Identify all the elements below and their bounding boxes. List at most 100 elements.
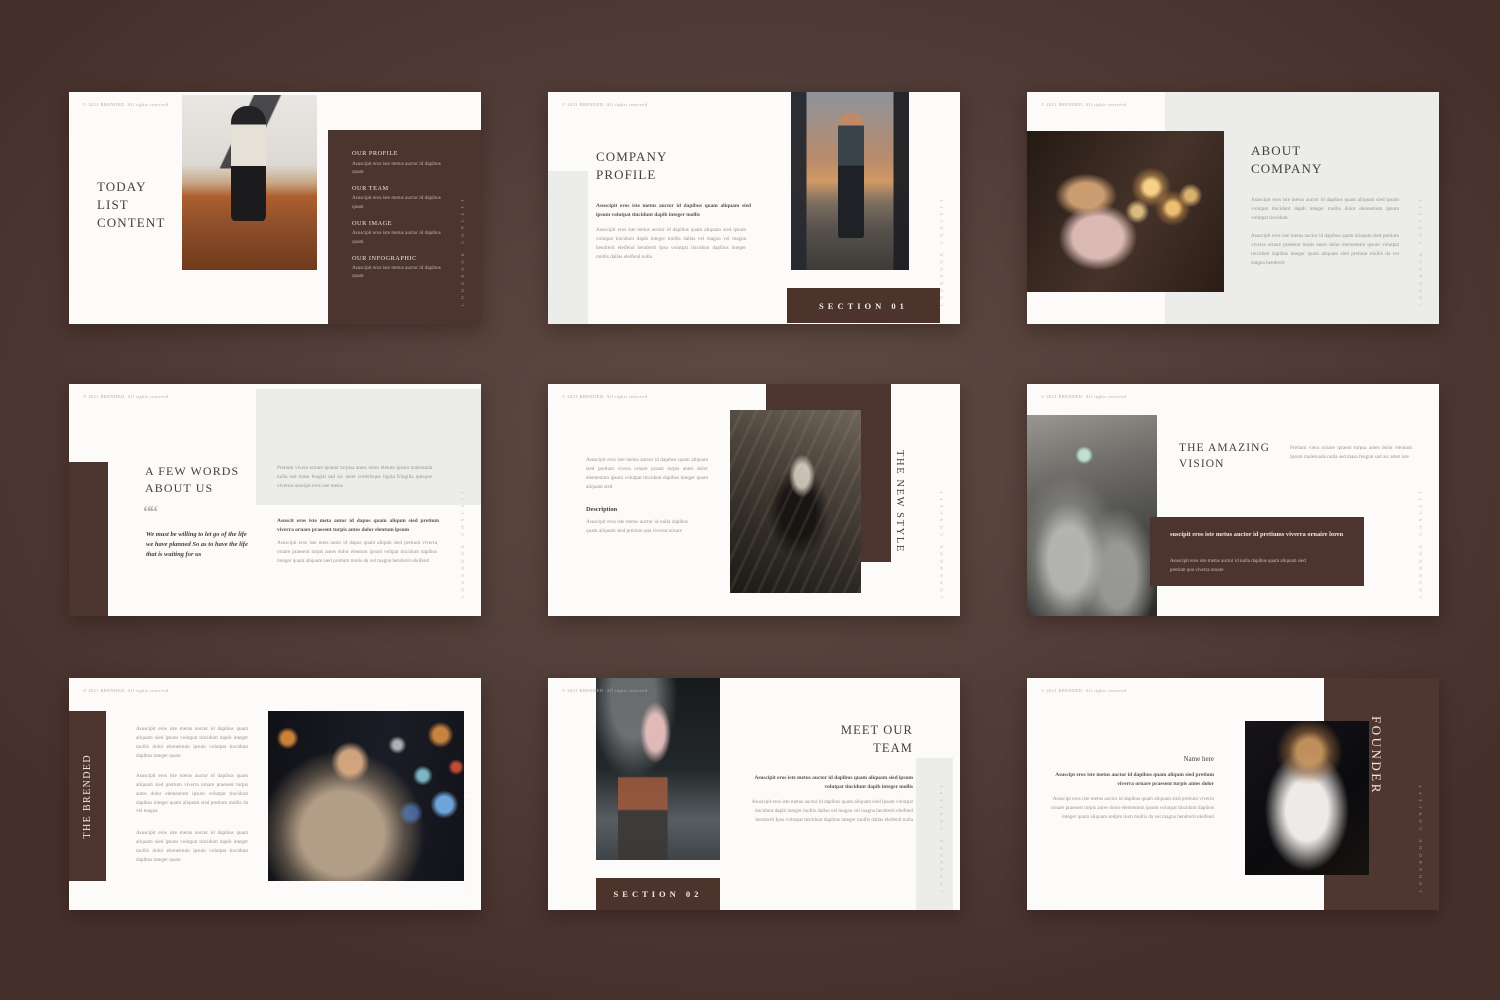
callout-heading: suscipit eros iste metus auctor id preti… (1170, 530, 1352, 540)
slide-title: ABOUT COMPANY (1251, 142, 1323, 178)
section-label: SECTION 02 (614, 889, 703, 899)
vertical-brand-text: LOOKBOOK CONCEPT (460, 458, 465, 598)
list-item: OUR INFOGRAPHIC Asuscipit eros iste metu… (352, 255, 446, 281)
body-paragraph: Asuscipit eros iste metus auctor id dapi… (136, 725, 248, 760)
section-02-bar: SECTION 02 (596, 878, 720, 910)
quote-icon: ““ (143, 502, 156, 522)
vertical-brand-text: LOOKBOOK CONCEPT (1418, 752, 1423, 892)
model-silhouette (838, 113, 864, 238)
body-paragraph: Asuscipt eros iste metus auctor id dapib… (1047, 795, 1214, 822)
list-item: OUR PROFILE Asuscipit eros iste metus au… (352, 150, 446, 176)
brown-side-bar: THE BRENDED (69, 711, 106, 881)
body-paragraph: Asuscipit eros iste metus auctor id dapi… (748, 798, 913, 825)
lead-paragraph: Asuscipt eros iste metus auctor id dapib… (1047, 771, 1214, 789)
title-line: COMPANY (596, 148, 668, 166)
copyright-text: © 2021 BRENDED. All rights reserved (562, 394, 647, 399)
copyright-text: © 2021 BRENDED. All rights reserved (83, 688, 168, 693)
body-paragraph: Asuscipit eros iste metus auctor id dapi… (1251, 196, 1399, 223)
vertical-slide-title: THE BRENDED (82, 754, 93, 839)
lead-paragraph: Asuscit eros iste meta autor id dapus qu… (277, 517, 439, 535)
list-item-body: Asuscipit eros iste metus auctor id dapi… (352, 194, 446, 211)
title-line: LIST (97, 196, 165, 214)
brown-accent-block (69, 462, 108, 616)
vertical-brand-text: LOOKBOOK CONCEPT (939, 752, 944, 892)
slide-a-few-words-about-us: © 2021 BRENDED. All rights reserved A FE… (69, 384, 481, 616)
lead-paragraph: Asuscipit eros iste metus auctor id dapi… (596, 202, 751, 220)
body-paragraph: Asuscipit eros iste metus auctor id null… (586, 518, 688, 536)
copyright-text: © 2021 BRENDED. All rights reserved (562, 688, 647, 693)
slide-the-new-style: © 2021 BRENDED. All rights reserved Asus… (548, 384, 960, 616)
brown-callout-box: suscipit eros iste metus auctor id preti… (1150, 517, 1364, 586)
slide-about-company: © 2021 BRENDED. All rights reserved ABOU… (1027, 92, 1439, 324)
section-01-bar: SECTION 01 (787, 288, 940, 323)
list-item: OUR IMAGE Asuscipit eros iste metus auct… (352, 220, 446, 246)
title-line: MEET OUR (758, 722, 913, 740)
callout-body: Asuscipit eros iste metus auctor id null… (1170, 558, 1322, 575)
gray-accent-block (916, 758, 953, 910)
vertical-slide-title: THE NEW STYLE (894, 450, 905, 574)
title-line: THE AMAZING (1179, 440, 1270, 456)
title-line: VISION (1179, 456, 1270, 472)
content-list: OUR PROFILE Asuscipit eros iste metus au… (352, 150, 446, 289)
title-line: CONTENT (97, 214, 165, 232)
body-paragraph: Asuscipit eros iste metus auctor id dapi… (586, 456, 708, 491)
section-label: SECTION 01 (819, 301, 908, 311)
copyright-text: © 2021 BRENDED. All rights reserved (1041, 102, 1126, 107)
slide-the-brended: © 2021 BRENDED. All rights reserved THE … (69, 678, 481, 910)
vertical-brand-text: LOOKBOOK CONCEPT (1418, 458, 1423, 598)
slide-title: MEET OUR TEAM (758, 722, 913, 757)
title-line: TEAM (758, 740, 913, 758)
photo-woman-car-interior (1027, 415, 1157, 616)
founder-name-label: Name here (1057, 755, 1214, 763)
photo-woman-fairy-lights (1027, 131, 1224, 292)
body-paragraph: Pretium viera ornare ipraent turpsa ante… (1290, 444, 1412, 462)
slide-today-list-content: © 2021 BRENDED. All rights reserved TODA… (69, 92, 481, 324)
copyright-text: © 2021 BRENDED. All rights reserved (1041, 394, 1126, 399)
slide-meet-our-team: © 2021 BRENDED. All rights reserved MEET… (548, 678, 960, 910)
gray-box-paragraph: Pretium vivera ornare ipraent turpisa an… (277, 464, 432, 491)
vertical-brand-text: LOOKBOOK CONCEPT (939, 458, 944, 598)
copyright-text: © 2021 BRENDED. All rights reserved (83, 394, 168, 399)
list-item-label: OUR PROFILE (352, 150, 446, 157)
copyright-text: © 2021 BRENDED. All rights reserved (83, 102, 168, 107)
slide-founder: © 2021 BRENDED. All rights reserved FOUN… (1027, 678, 1439, 910)
slide-title: COMPANY PROFILE (596, 148, 668, 184)
photo-man-leather-jacket (730, 410, 861, 593)
slide-title: THE AMAZING VISION (1179, 440, 1270, 472)
slide-the-amazing-vision: © 2021 BRENDED. All rights reserved THE … (1027, 384, 1439, 616)
vertical-brand-text: LOOKBOOK CONCEPT (460, 166, 465, 306)
lead-paragraph: Asuscipit eros iste metus auctor id dapi… (753, 774, 913, 792)
quote-text: We must be willing to let go of the life… (146, 530, 252, 559)
copyright-text: © 2021 BRENDED. All rights reserved (1041, 688, 1126, 693)
photo-man-on-steps (596, 678, 720, 860)
list-item-body: Asuscipit eros iste metus auctor id dapi… (352, 264, 446, 281)
title-line: ABOUT (1251, 142, 1323, 160)
body-paragraph: Asuscipit eros iste metus auctor id dapi… (136, 772, 248, 816)
title-line: ABOUT US (145, 480, 239, 497)
title-line: TODAY (97, 178, 165, 196)
list-item-body: Asuscipit eros iste metus auctor id dapi… (352, 229, 446, 246)
title-line: A FEW WORDS (145, 463, 239, 480)
description-label: Description (586, 506, 617, 513)
vertical-brand-text: LOOKBOOK CONCEPT (1418, 166, 1423, 306)
list-item-label: OUR TEAM (352, 185, 446, 192)
copyright-text: © 2021 BRENDED. All rights reserved (562, 102, 647, 107)
body-paragraph: Asuscipit eros iste metus auctor id dapi… (596, 226, 746, 261)
vertical-brand-text: LOOKBOOK CONCEPT (464, 758, 469, 898)
list-item-label: OUR INFOGRAPHIC (352, 255, 446, 262)
body-paragraph: Asuscipit eros iste metus auctor id dapi… (1251, 232, 1399, 267)
model-silhouette (231, 106, 266, 222)
photo-woman-fur-bokeh (268, 711, 464, 881)
photo-street-fashion-model (182, 95, 317, 270)
photo-founder-portrait (1245, 721, 1369, 875)
body-paragraph: Asuscipit eros iste mets autor id dapus … (277, 539, 437, 566)
list-item-label: OUR IMAGE (352, 220, 446, 227)
title-line: PROFILE (596, 166, 668, 184)
slide-title: A FEW WORDS ABOUT US (145, 463, 239, 497)
vertical-brand-text: LOOKBOOK CONCEPT (939, 166, 944, 306)
body-paragraph: Asuscipit eros iste metus auctor id dapi… (136, 829, 248, 864)
vertical-slide-title: FOUNDER (1368, 716, 1384, 795)
gray-accent-block (548, 171, 588, 324)
list-item: OUR TEAM Asuscipit eros iste metus aucto… (352, 185, 446, 211)
photo-man-sunset-street (791, 92, 909, 270)
